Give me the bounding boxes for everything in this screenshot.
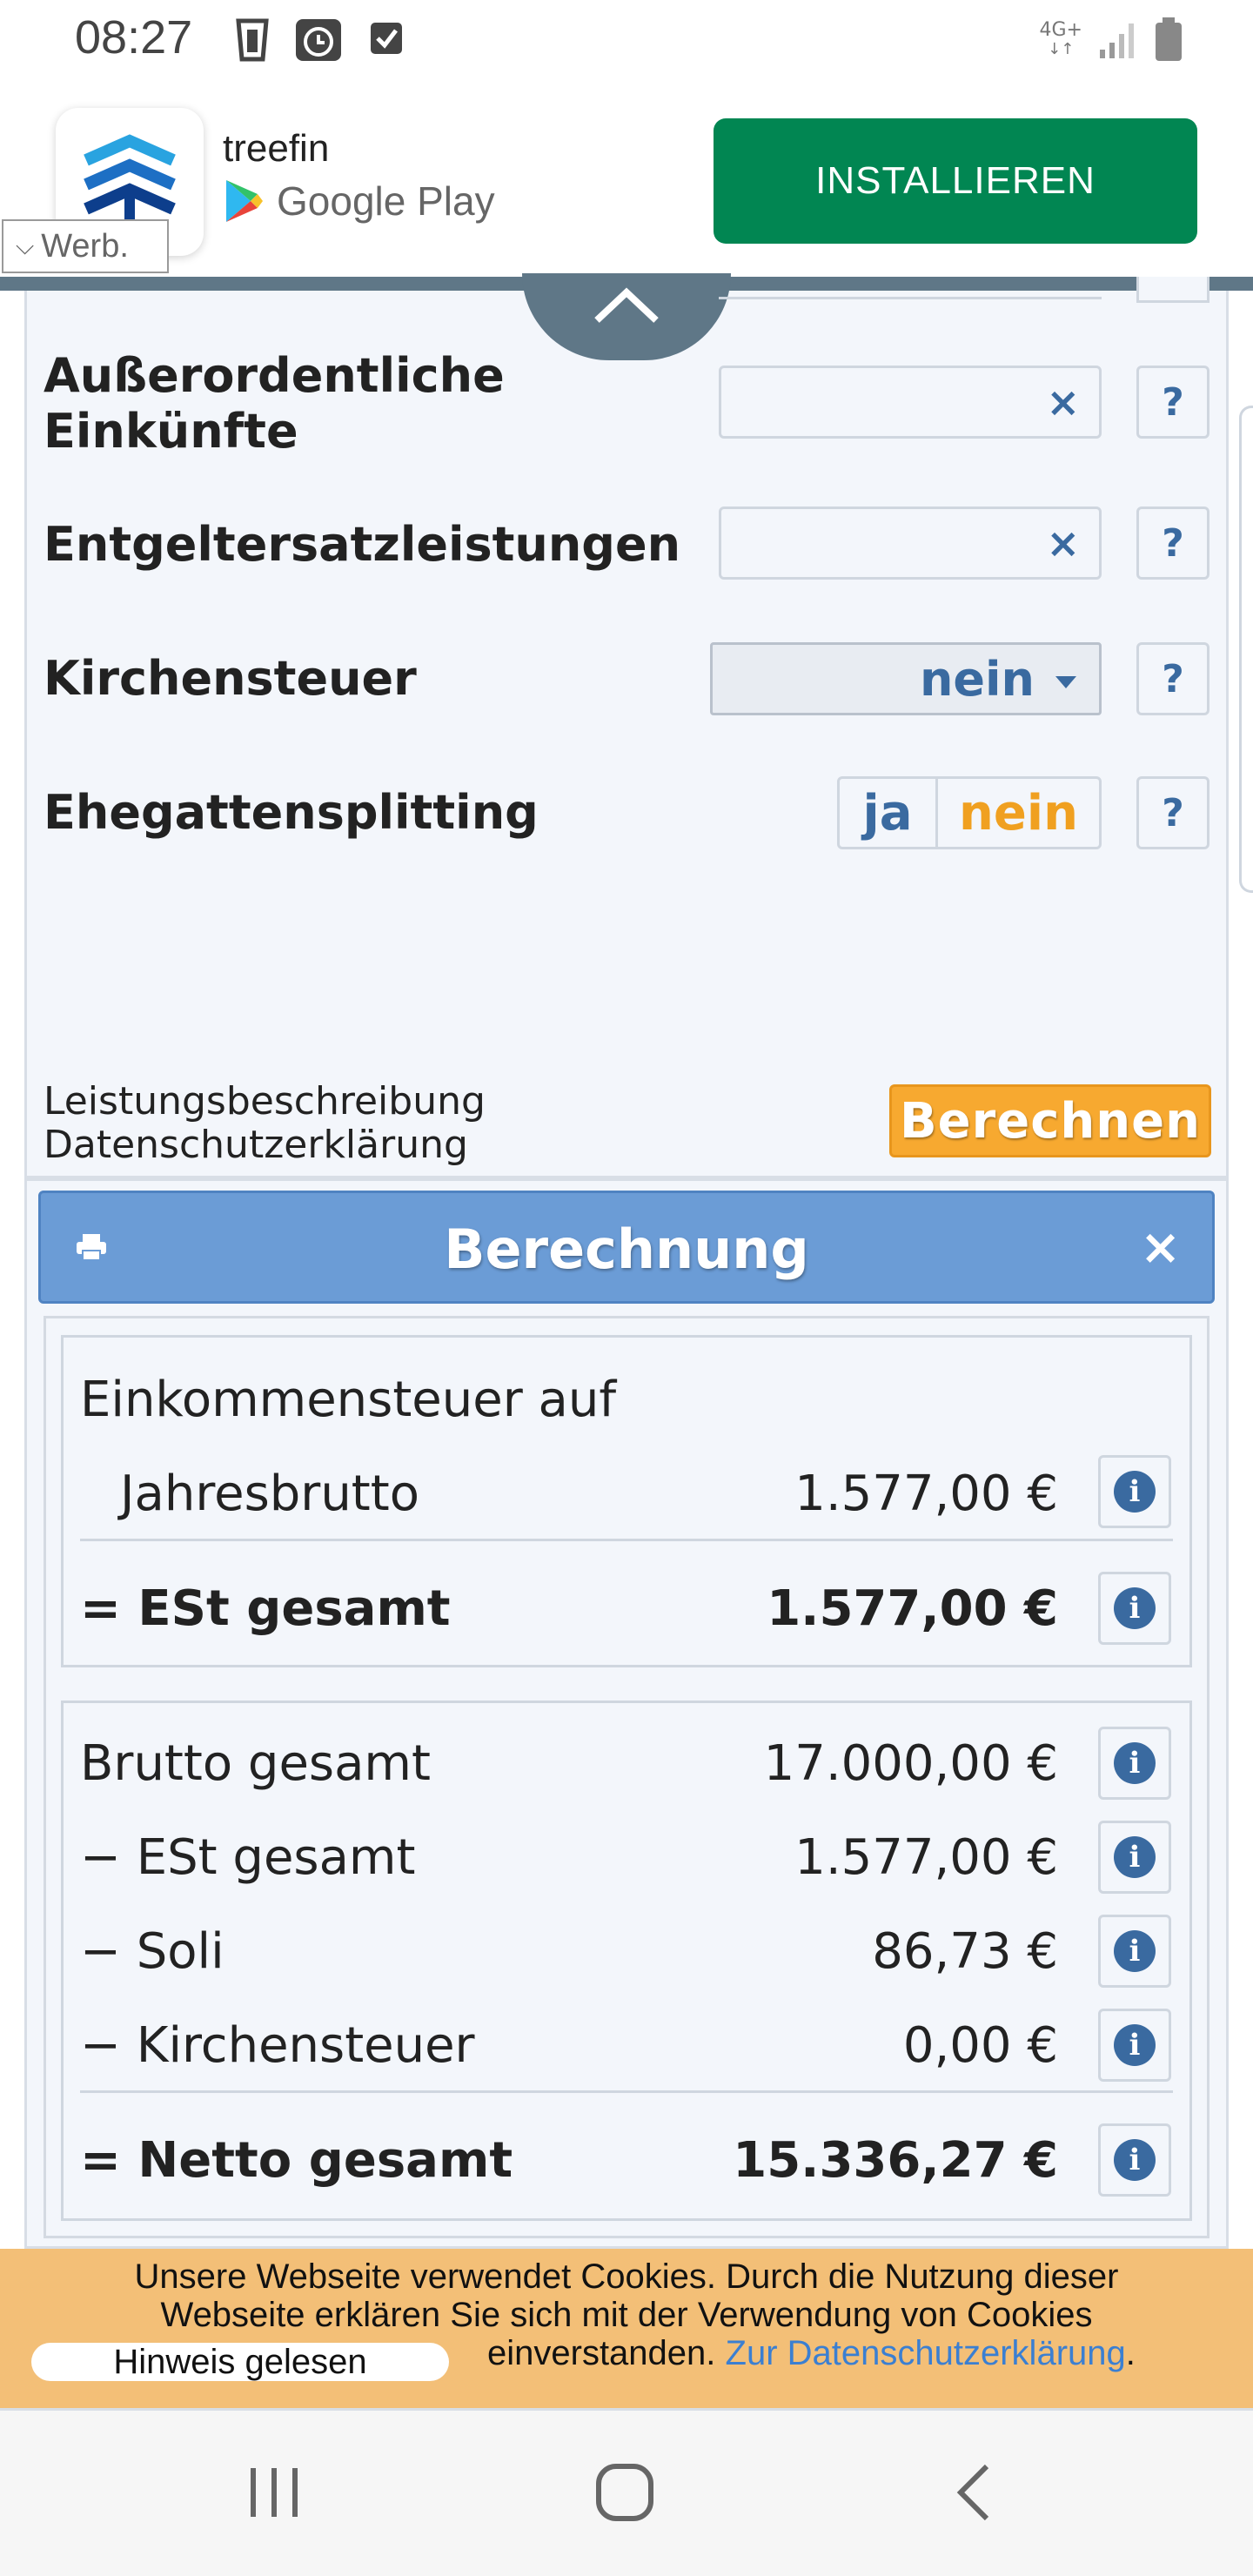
- info-button[interactable]: i: [1098, 1727, 1171, 1800]
- cup-icon: [236, 18, 269, 62]
- recents-icon[interactable]: [245, 2465, 303, 2520]
- label-kirchensteuer: Kirchensteuer: [44, 651, 417, 706]
- kirchensteuer-result-label: − Kirchensteuer: [80, 2017, 475, 2074]
- privacy-link[interactable]: Zur Datenschutzerklärung: [726, 2334, 1126, 2372]
- status-bar: 08:27 4G+ ↓↑: [0, 0, 1253, 87]
- install-button[interactable]: INSTALLIEREN: [714, 118, 1197, 244]
- help-button-kirchensteuer[interactable]: ?: [1136, 642, 1209, 715]
- cookie-text: Unsere Webseite verwendet Cookies. Durch…: [134, 2257, 1119, 2334]
- link-datenschutzerklaerung[interactable]: Datenschutzerklärung: [44, 1123, 468, 1167]
- est-gesamt-value: 1.577,00 €: [794, 1829, 1058, 1886]
- jahresbrutto-label: Jahresbrutto: [120, 1466, 419, 1522]
- link-leistungsbeschreibung[interactable]: Leistungsbeschreibung: [44, 1079, 486, 1124]
- kirchensteuer-value: nein: [919, 652, 1035, 707]
- ehegattensplitting-nein[interactable]: nein: [935, 776, 1102, 849]
- est-gesamt-label: − ESt gesamt: [80, 1829, 416, 1886]
- chevron-down-icon: ⌵: [16, 231, 35, 259]
- signal-icon: [1100, 23, 1134, 58]
- help-button-ehegattensplitting[interactable]: ?: [1136, 776, 1209, 849]
- clear-icon[interactable]: ×: [1046, 520, 1080, 567]
- side-scroll-handle[interactable]: [1239, 406, 1253, 893]
- cookie-accept-button[interactable]: Hinweis gelesen: [31, 2343, 449, 2381]
- brutto-gesamt-label: Brutto gesamt: [80, 1735, 431, 1792]
- app-name: treefin: [223, 127, 330, 170]
- input-partial: [719, 277, 1102, 299]
- network-type: 4G+ ↓↑: [1039, 19, 1082, 59]
- help-button-entgeltersatz[interactable]: ?: [1136, 506, 1209, 580]
- divider: [80, 2090, 1173, 2093]
- est-total-value: 1.577,00 €: [767, 1580, 1058, 1637]
- alarm-icon: [296, 19, 341, 61]
- cookie-banner: Unsere Webseite verwendet Cookies. Durch…: [0, 2249, 1253, 2411]
- close-icon[interactable]: ×: [1140, 1219, 1181, 1276]
- info-button[interactable]: i: [1098, 1915, 1171, 1988]
- soli-label: − Soli: [80, 1923, 224, 1980]
- ad-label[interactable]: ⌵ Werb.: [2, 219, 169, 273]
- ausserordentliche-einkuenfte-input[interactable]: ×: [719, 366, 1102, 439]
- info-icon: i: [1114, 1742, 1156, 1784]
- status-time: 08:27: [75, 11, 193, 64]
- info-icon: i: [1114, 1587, 1156, 1629]
- brutto-gesamt-value: 17.000,00 €: [763, 1735, 1058, 1792]
- results-title: Berechnung: [444, 1218, 809, 1281]
- ehegattensplitting-ja[interactable]: ja: [837, 776, 938, 849]
- cookie-text-line3: einverstanden. Zur Datenschutzerklärung.: [487, 2334, 1136, 2372]
- calculate-button[interactable]: Berechnen: [889, 1084, 1211, 1157]
- caret-down-icon: [1055, 676, 1076, 688]
- info-button[interactable]: i: [1098, 1455, 1171, 1528]
- help-button-partial[interactable]: [1136, 277, 1209, 303]
- info-button[interactable]: i: [1098, 2123, 1171, 2197]
- info-icon: i: [1114, 2139, 1156, 2181]
- chevron-up-icon: [594, 287, 659, 323]
- label-ehegattensplitting: Ehegattensplitting: [44, 785, 539, 840]
- google-play-icon: [226, 180, 263, 222]
- treefin-logo-icon: [84, 134, 176, 226]
- home-icon[interactable]: [595, 2463, 654, 2522]
- info-icon: i: [1114, 1471, 1156, 1513]
- label-entgeltersatzleistungen: Entgeltersatzleistungen: [44, 517, 681, 572]
- info-icon: i: [1114, 2024, 1156, 2066]
- results-header: Berechnung ×: [38, 1191, 1215, 1304]
- netto-total-label: = Netto gesamt: [80, 2132, 513, 2189]
- back-icon[interactable]: [954, 2463, 992, 2522]
- kirchensteuer-result-value: 0,00 €: [902, 2017, 1058, 2074]
- info-button[interactable]: i: [1098, 1821, 1171, 1894]
- kirchensteuer-select[interactable]: nein: [710, 642, 1102, 715]
- est-heading: Einkommensteuer auf: [80, 1372, 617, 1428]
- help-button-ausserordentliche[interactable]: ?: [1136, 366, 1209, 439]
- clear-icon[interactable]: ×: [1046, 379, 1080, 426]
- ad-banner[interactable]: treefin Google Play INSTALLIEREN ⌵ Werb.: [0, 87, 1253, 282]
- est-total-label: = ESt gesamt: [80, 1580, 451, 1637]
- netto-total-value: 15.336,27 €: [733, 2132, 1058, 2189]
- divider: [80, 1539, 1173, 1541]
- info-button[interactable]: i: [1098, 2009, 1171, 2082]
- status-right: 4G+ ↓↑: [1040, 17, 1183, 63]
- system-nav-bar: [0, 2411, 1253, 2576]
- label-ausserordentliche-einkuenfte: Außerordentliche Einkünfte: [44, 348, 505, 459]
- info-icon: i: [1114, 1836, 1156, 1878]
- info-button[interactable]: i: [1098, 1572, 1171, 1645]
- jahresbrutto-value: 1.577,00 €: [794, 1466, 1058, 1522]
- battery-icon: [1156, 17, 1182, 61]
- entgeltersatzleistungen-input[interactable]: ×: [719, 506, 1102, 580]
- soli-value: 86,73 €: [872, 1923, 1058, 1980]
- checkbox-icon: [371, 23, 402, 54]
- info-icon: i: [1114, 1930, 1156, 1972]
- store-label: Google Play: [224, 178, 495, 225]
